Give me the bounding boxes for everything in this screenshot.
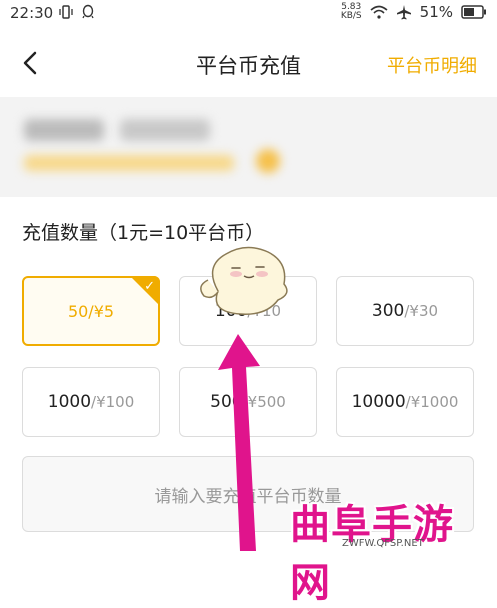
- mascot-sticker: [200, 246, 288, 315]
- option-1000[interactable]: 1000/¥100: [22, 367, 160, 437]
- airplane-icon: [396, 5, 411, 20]
- option-10000[interactable]: 10000/¥1000: [336, 367, 474, 437]
- status-bar: 22:30 5.83 KB/S 51%: [0, 0, 497, 30]
- net-speed: 5.83 KB/S: [340, 2, 362, 21]
- blurred-username: [24, 119, 104, 141]
- status-time: 22:30: [10, 4, 54, 22]
- option-300[interactable]: 300/¥30: [336, 276, 474, 346]
- blurred-account-id: [120, 119, 210, 141]
- battery-icon: [461, 5, 486, 19]
- wifi-icon: [370, 5, 388, 19]
- nav-bar: 平台币充值 平台币明细: [0, 34, 497, 92]
- option-50[interactable]: 50/¥5 ✓: [22, 276, 160, 346]
- watermark: 曲阜手游网 ZWFW.QFSP.NET: [290, 492, 490, 606]
- blurred-balance: [24, 155, 234, 171]
- check-icon: ✓: [144, 279, 155, 294]
- account-banner: [0, 97, 497, 197]
- vibrate-icon: [59, 5, 73, 19]
- qq-icon: [82, 4, 94, 19]
- watermark-text: 曲阜手游网: [290, 501, 454, 606]
- option-5000[interactable]: 500/¥500: [179, 367, 317, 437]
- blurred-coin-icon: [256, 149, 280, 173]
- platform-coin-detail-link[interactable]: 平台币明细: [387, 52, 477, 78]
- watermark-url: ZWFW.QFSP.NET: [342, 538, 424, 549]
- battery-percent: 51%: [419, 3, 453, 21]
